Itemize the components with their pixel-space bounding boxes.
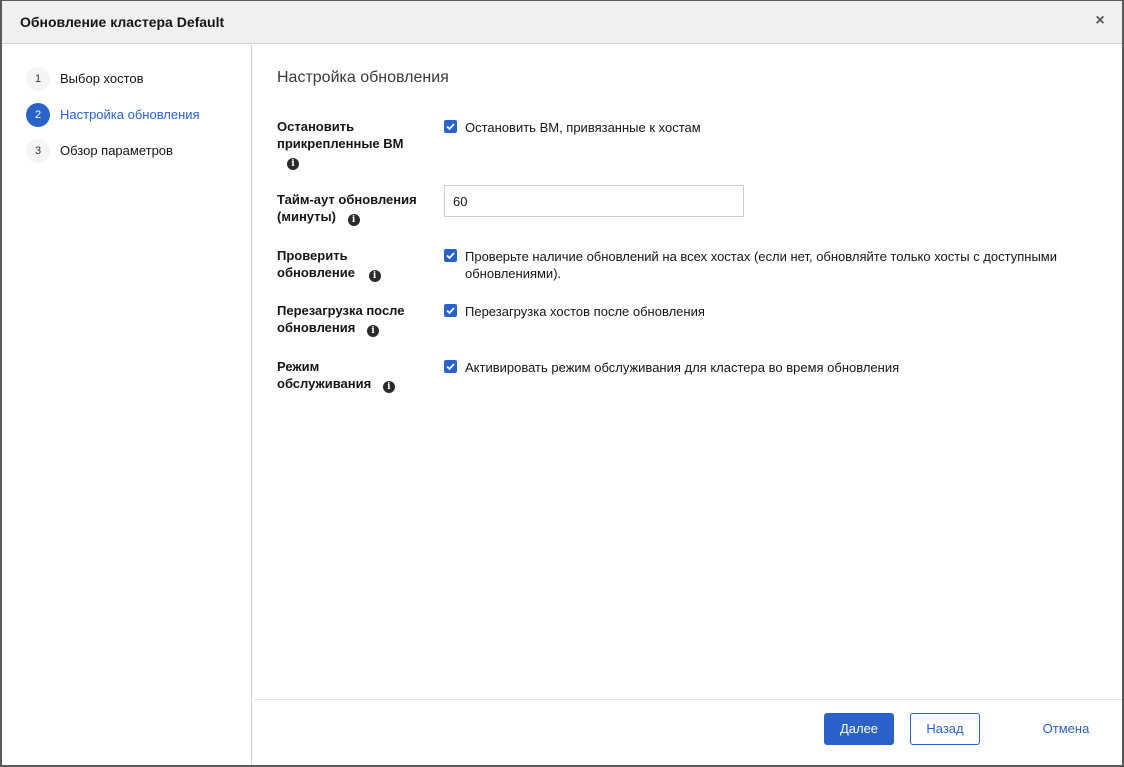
upgrade-cluster-dialog: Обновление кластера Default × 1 Выбор хо… — [0, 0, 1124, 767]
reboot-checkbox-label: Перезагрузка хостов после обновления — [465, 304, 705, 319]
maintenance-option: Активировать режим обслуживания для клас… — [444, 359, 1098, 376]
reboot-label: Перезагрузка после обновления i — [277, 303, 405, 337]
reboot-checkbox[interactable] — [444, 304, 457, 317]
stop-vms-checkbox-label: Остановить ВМ, привязанные к хостам — [465, 120, 701, 135]
info-icon[interactable]: i — [368, 270, 381, 282]
step-label: Выбор хостов — [60, 71, 144, 86]
info-icon[interactable]: i — [347, 214, 360, 226]
maintenance-checkbox-label: Активировать режим обслуживания для клас… — [465, 360, 900, 375]
check-upgrade-option: Проверьте наличие обновлений на всех хос… — [444, 248, 1098, 282]
wizard-steps-sidebar: 1 Выбор хостов 2 Настройка обновления 3 … — [2, 45, 252, 765]
info-icon[interactable]: i — [366, 325, 379, 337]
reboot-option: Перезагрузка хостов после обновления — [444, 303, 1098, 320]
timeout-label: Тайм-аут обновления (минуты) i — [277, 192, 417, 226]
next-button[interactable]: Далее — [824, 713, 894, 745]
stop-vms-label: Остановить прикрепленные ВМ i — [277, 119, 404, 170]
dialog-footer: Далее Назад Отмена — [254, 699, 1122, 765]
back-button[interactable]: Назад — [910, 713, 980, 745]
stop-vms-option: Остановить ВМ, привязанные к хостам — [444, 119, 1098, 136]
step-number: 1 — [26, 67, 50, 91]
step-label: Настройка обновления — [60, 107, 200, 122]
info-icon[interactable]: i — [287, 158, 299, 170]
maintenance-checkbox[interactable] — [444, 360, 457, 373]
check-upgrade-checkbox[interactable] — [444, 249, 457, 262]
timeout-input[interactable] — [444, 185, 744, 217]
stop-vms-checkbox[interactable] — [444, 120, 457, 133]
info-icon[interactable]: i — [382, 381, 395, 393]
close-icon[interactable]: × — [1092, 11, 1108, 31]
wizard-step-review[interactable]: 3 Обзор параметров — [26, 139, 246, 163]
check-upgrade-label: Проверить обновление i — [277, 247, 427, 282]
step-number: 2 — [26, 103, 50, 127]
step-number: 3 — [26, 139, 50, 163]
dialog-title: Обновление кластера Default — [20, 14, 225, 30]
cancel-button[interactable]: Отмена — [1036, 713, 1096, 745]
wizard-content: Настройка обновления Остановить прикрепл… — [254, 45, 1122, 699]
dialog-header: Обновление кластера Default × — [2, 1, 1122, 44]
maintenance-label: Режим обслуживания i — [277, 358, 427, 393]
section-title: Настройка обновления — [277, 69, 449, 86]
step-label: Обзор параметров — [60, 143, 173, 158]
check-upgrade-checkbox-label: Проверьте наличие обновлений на всех хос… — [465, 249, 1057, 281]
wizard-step-upgrade-settings[interactable]: 2 Настройка обновления — [26, 103, 246, 127]
wizard-step-select-hosts[interactable]: 1 Выбор хостов — [26, 67, 246, 91]
